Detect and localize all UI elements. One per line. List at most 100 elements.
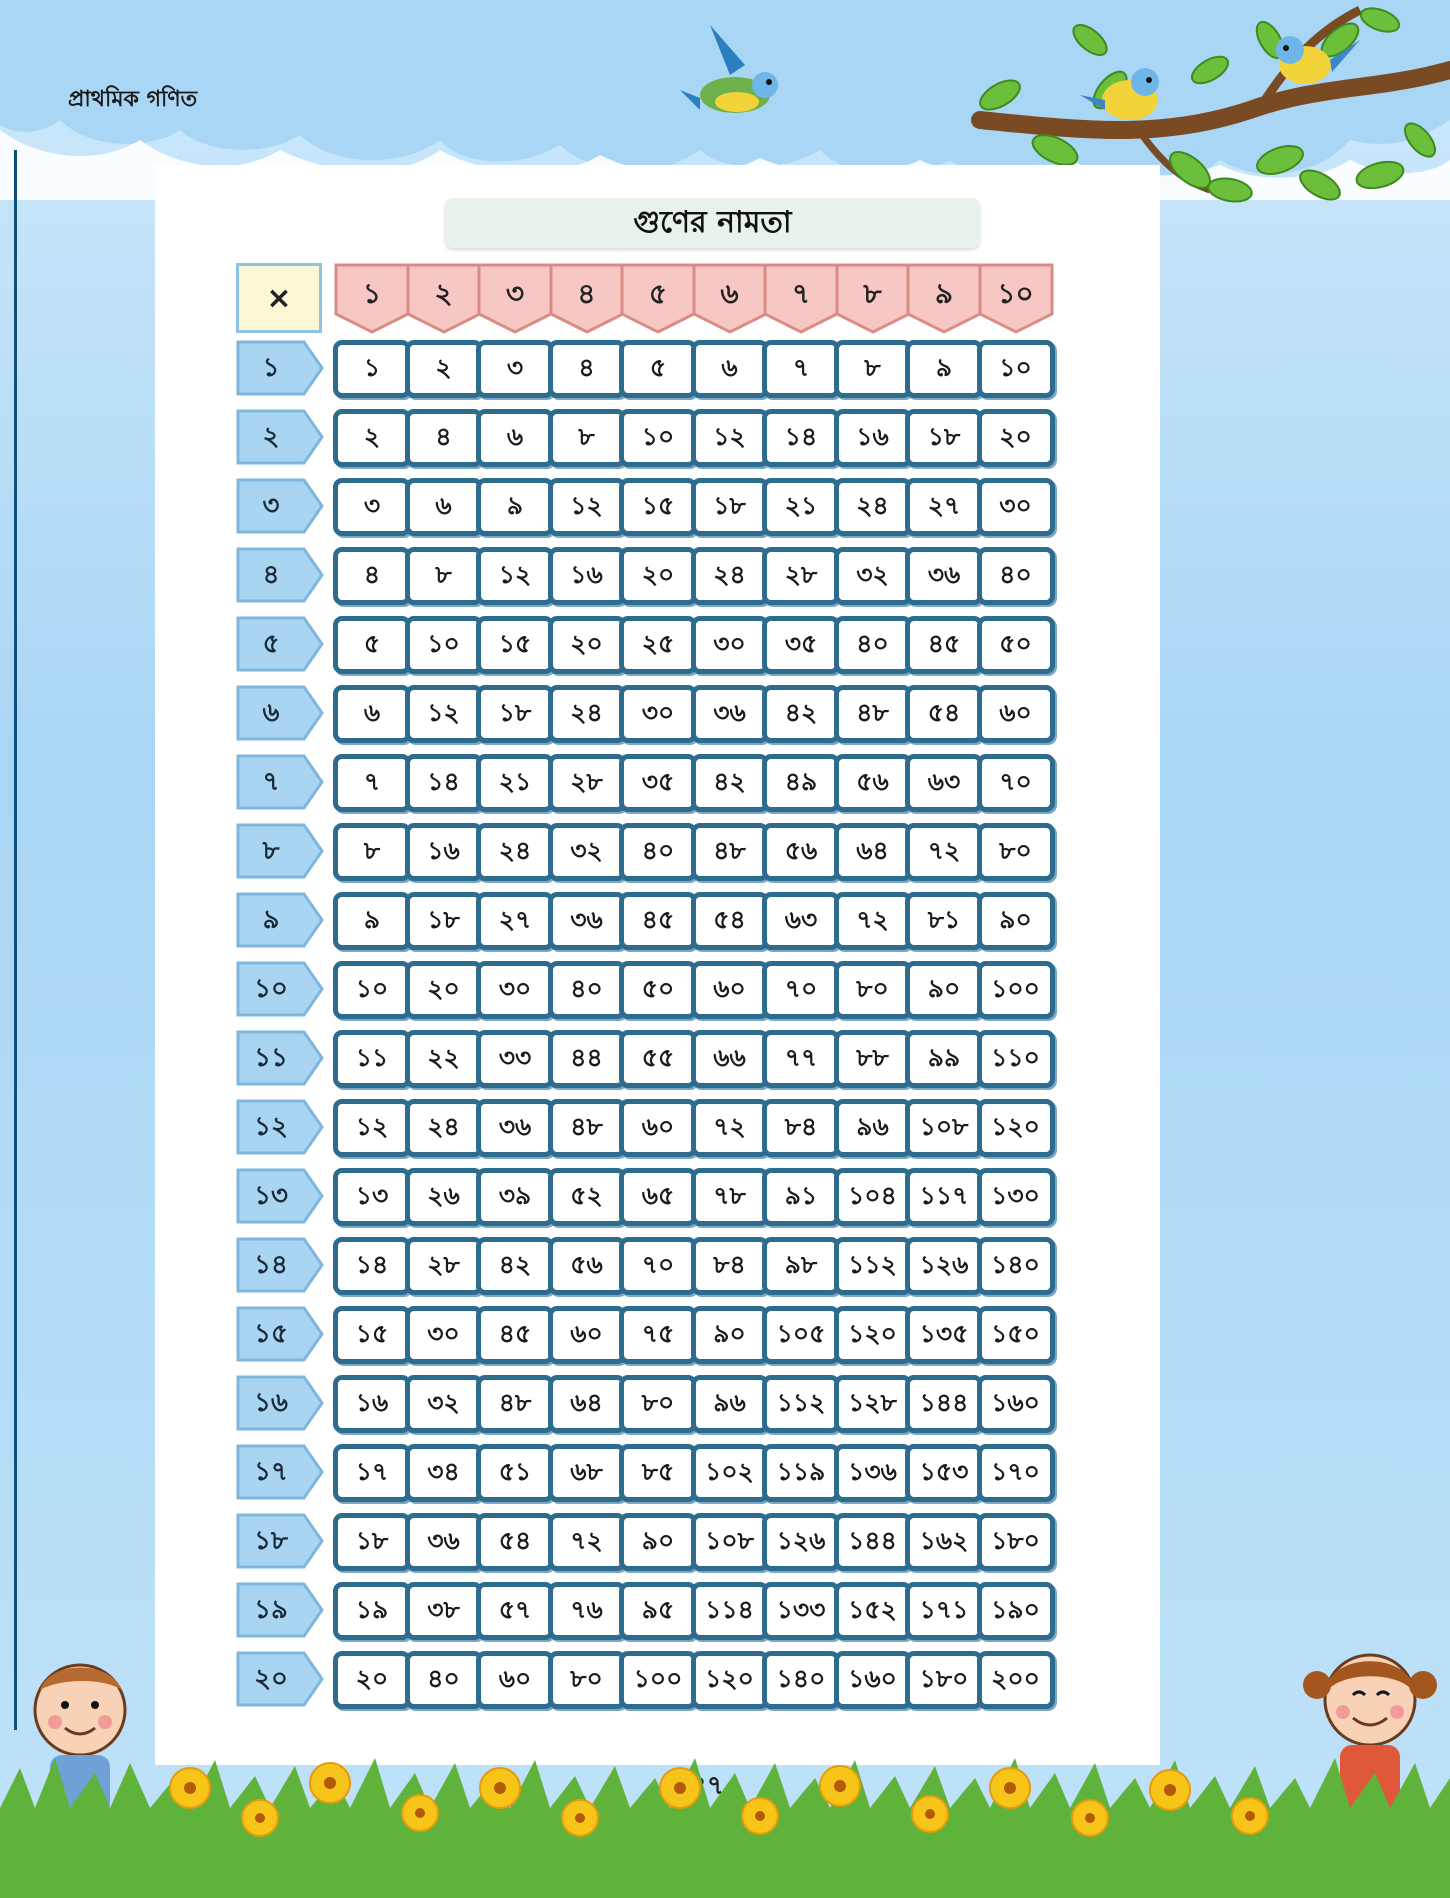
table-cell: ৩২ [547, 823, 626, 881]
table-cell: ১৬২ [905, 1513, 983, 1571]
table-cell: ৬৫ [619, 1168, 697, 1226]
table-cell: ৫৬ [833, 754, 912, 812]
table-cell: ২০ [547, 616, 626, 674]
table-cell: ৩০ [619, 685, 697, 743]
table-cell: ১৮০ [905, 1651, 983, 1709]
table-cell: ৮০ [833, 961, 912, 1019]
row-header: ১৭ [236, 1444, 326, 1500]
row-header: ১৮ [236, 1513, 326, 1569]
column-header: ১ [333, 262, 411, 334]
table-cell: ১০ [619, 409, 697, 467]
table-cell: ২৫ [619, 616, 697, 674]
table-cell: ৪০ [404, 1651, 483, 1709]
column-header: ৯ [905, 262, 983, 334]
table-cell: ৭৮ [690, 1168, 769, 1226]
table-cell: ১৯ [333, 1582, 411, 1640]
table-cell: ৬০ [476, 1651, 554, 1709]
row-header: ১৬ [236, 1375, 326, 1431]
table-cell: ৬৪ [833, 823, 912, 881]
table-cell: ৮ [547, 409, 626, 467]
table-cell: ৫৬ [547, 1237, 626, 1295]
row-header: ১ [236, 340, 326, 396]
row-header: ৭ [236, 754, 326, 810]
table-cell: ১৬ [333, 1375, 411, 1433]
table-cell: ৬ [690, 340, 769, 398]
table-cell: ২৪ [547, 685, 626, 743]
row-header-label: ১৪ [254, 1250, 288, 1280]
table-cell: ১৭০ [976, 1444, 1055, 1502]
table-cell: ৫ [619, 340, 697, 398]
column-header-label: ৯ [934, 277, 954, 310]
table-cell: ৪০ [976, 547, 1055, 605]
table-cell: ১২৬ [762, 1513, 840, 1571]
table-cell: ১২৮ [833, 1375, 912, 1433]
table-cell: ২৮ [547, 754, 626, 812]
table-cell: ৮ [404, 547, 483, 605]
table-cell: ২৭ [476, 892, 554, 950]
table-cell: ৪০ [833, 616, 912, 674]
row-header-label: ৩ [262, 491, 280, 521]
row-header-label: ১৯ [254, 1595, 288, 1625]
table-cell: ২৬ [404, 1168, 483, 1226]
column-header-label: ৫ [648, 277, 668, 310]
table-cell: ১২৬ [905, 1237, 983, 1295]
column-header: ১০ [977, 262, 1055, 334]
table-cell: ৫ [333, 616, 411, 674]
table-cell: ১০ [404, 616, 483, 674]
table-cell: ৭০ [619, 1237, 697, 1295]
row-header-label: ৪ [262, 560, 280, 590]
grass-flowers-illustration [0, 1758, 1450, 1898]
table-cell: ১২ [333, 1099, 411, 1157]
column-header: ৪ [548, 262, 626, 334]
table-cell: ৬০ [690, 961, 769, 1019]
table-cell: ৯ [333, 892, 411, 950]
table-cell: ৫০ [976, 616, 1055, 674]
row-header: ১০ [236, 961, 326, 1017]
table-cell: ১৬ [833, 409, 912, 467]
row-header-label: ১২ [254, 1112, 288, 1142]
table-cell: ৩৫ [762, 616, 840, 674]
row-header: ১৪ [236, 1237, 326, 1293]
table-cell: ৩৩ [476, 1030, 554, 1088]
table-cell: ৩২ [404, 1375, 483, 1433]
table-cell: ৮০ [619, 1375, 697, 1433]
table-cell: ২০০ [976, 1651, 1055, 1709]
table-cell: ৫৪ [690, 892, 769, 950]
table-cell: ২৭ [905, 478, 983, 536]
column-header: ২ [405, 262, 483, 334]
table-cell: ১৫২ [833, 1582, 912, 1640]
table-cell: ৬০ [976, 685, 1055, 743]
column-header-label: ৩ [505, 277, 525, 310]
table-cell: ৬ [476, 409, 554, 467]
row-header: ৩ [236, 478, 326, 534]
table-cell: ৫০ [619, 961, 697, 1019]
table-cell: ২০ [619, 547, 697, 605]
table-cell: ৭৬ [547, 1582, 626, 1640]
table-cell: ১১২ [762, 1375, 840, 1433]
table-cell: ৭০ [976, 754, 1055, 812]
table-cell: ৪ [333, 547, 411, 605]
row-header: ১৫ [236, 1306, 326, 1362]
table-cell: ৩ [476, 340, 554, 398]
column-header-label: ২ [434, 277, 453, 310]
table-cell: ৪ [547, 340, 626, 398]
row-header: ১১ [236, 1030, 326, 1086]
table-cell: ৮৪ [762, 1099, 840, 1157]
table-cell: ২৪ [833, 478, 912, 536]
column-header-label: ৬ [720, 277, 739, 310]
table-cell: ১০ [976, 340, 1055, 398]
table-cell: ১৩০ [976, 1168, 1055, 1226]
row-header-label: ৭ [262, 767, 280, 797]
row-header-label: ১৫ [254, 1319, 288, 1349]
table-cell: ১৬০ [833, 1651, 912, 1709]
table-cell: ১৪ [404, 754, 483, 812]
column-header: ৭ [762, 262, 840, 334]
table-cell: ৭৫ [619, 1306, 697, 1364]
table-cell: ৯ [905, 340, 983, 398]
table-cell: ৪৪ [547, 1030, 626, 1088]
table-cell: ৫৭ [476, 1582, 554, 1640]
table-cell: ১১০ [976, 1030, 1055, 1088]
column-header-label: ১০ [997, 277, 1034, 310]
row-header: ৮ [236, 823, 326, 879]
row-header-label: ৫ [262, 629, 280, 659]
